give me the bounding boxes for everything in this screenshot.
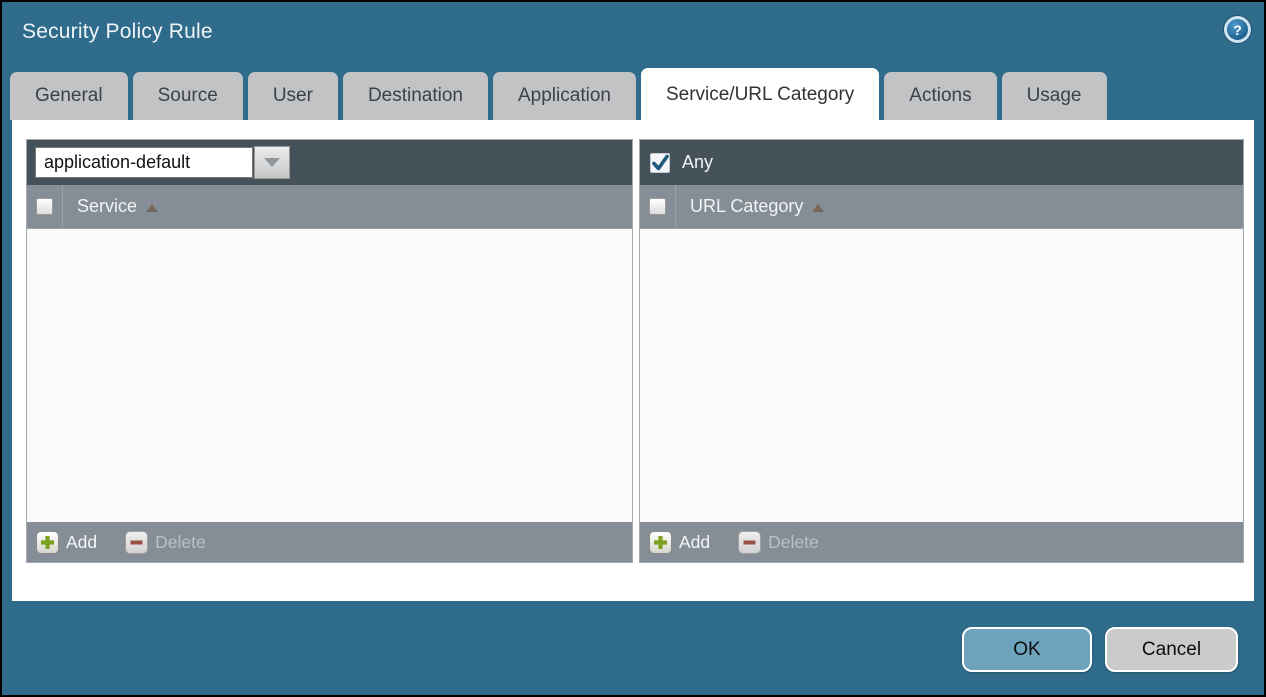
url-category-column-header-row: URL Category xyxy=(640,185,1243,229)
tab-destination[interactable]: Destination xyxy=(343,72,488,120)
url-category-delete-button[interactable]: Delete xyxy=(738,531,819,554)
service-delete-button[interactable]: Delete xyxy=(125,531,206,554)
add-label: Add xyxy=(679,532,710,553)
url-category-add-button[interactable]: Add xyxy=(649,531,710,554)
delete-label: Delete xyxy=(768,532,819,553)
sort-ascending-icon xyxy=(812,204,824,212)
security-policy-rule-dialog: { "window": { "title": "Security Policy … xyxy=(0,0,1266,697)
tab-application[interactable]: Application xyxy=(493,72,636,120)
help-icon[interactable]: ? xyxy=(1224,16,1251,43)
url-category-panel-footer: Add Delete xyxy=(640,522,1243,562)
service-column-header-row: Service xyxy=(27,185,632,229)
url-category-select-all-cell xyxy=(640,185,676,228)
tab-general[interactable]: General xyxy=(10,72,128,120)
question-mark-glyph: ? xyxy=(1233,22,1242,38)
tab-source[interactable]: Source xyxy=(133,72,243,120)
ok-button[interactable]: OK xyxy=(962,627,1092,672)
tab-service-url-category[interactable]: Service/URL Category xyxy=(641,68,879,120)
minus-icon xyxy=(125,531,148,554)
tab-user[interactable]: User xyxy=(248,72,338,120)
sort-ascending-icon xyxy=(146,204,158,212)
service-select-all-checkbox[interactable] xyxy=(36,198,53,215)
service-select-all-cell xyxy=(27,185,63,228)
any-checkbox[interactable] xyxy=(650,153,670,173)
any-label: Any xyxy=(682,152,713,173)
dialog-title: Security Policy Rule xyxy=(22,20,213,44)
service-panel-footer: Add Delete xyxy=(27,522,632,562)
url-category-column-header[interactable]: URL Category xyxy=(690,196,803,217)
tab-content: Service Add Delete Any xyxy=(12,120,1254,601)
service-column-header[interactable]: Service xyxy=(77,196,137,217)
chevron-down-icon xyxy=(264,158,280,167)
tab-actions[interactable]: Actions xyxy=(884,72,996,120)
plus-icon xyxy=(36,531,59,554)
service-type-input[interactable] xyxy=(35,147,253,178)
delete-label: Delete xyxy=(155,532,206,553)
dialog-button-bar: OK Cancel xyxy=(962,627,1238,672)
service-list[interactable] xyxy=(27,229,632,522)
url-category-panel-header: Any xyxy=(640,140,1243,185)
url-category-select-all-checkbox[interactable] xyxy=(649,198,666,215)
tab-bar: General Source User Destination Applicat… xyxy=(10,68,1256,120)
service-type-dropdown-button[interactable] xyxy=(254,146,290,179)
plus-icon xyxy=(649,531,672,554)
url-category-list[interactable] xyxy=(640,229,1243,522)
add-label: Add xyxy=(66,532,97,553)
service-panel: Service Add Delete xyxy=(26,139,633,563)
service-add-button[interactable]: Add xyxy=(36,531,97,554)
tab-usage[interactable]: Usage xyxy=(1002,72,1107,120)
cancel-button[interactable]: Cancel xyxy=(1105,627,1238,672)
minus-icon xyxy=(738,531,761,554)
service-panel-header xyxy=(27,140,632,185)
url-category-panel: Any URL Category Add Delete xyxy=(639,139,1244,563)
